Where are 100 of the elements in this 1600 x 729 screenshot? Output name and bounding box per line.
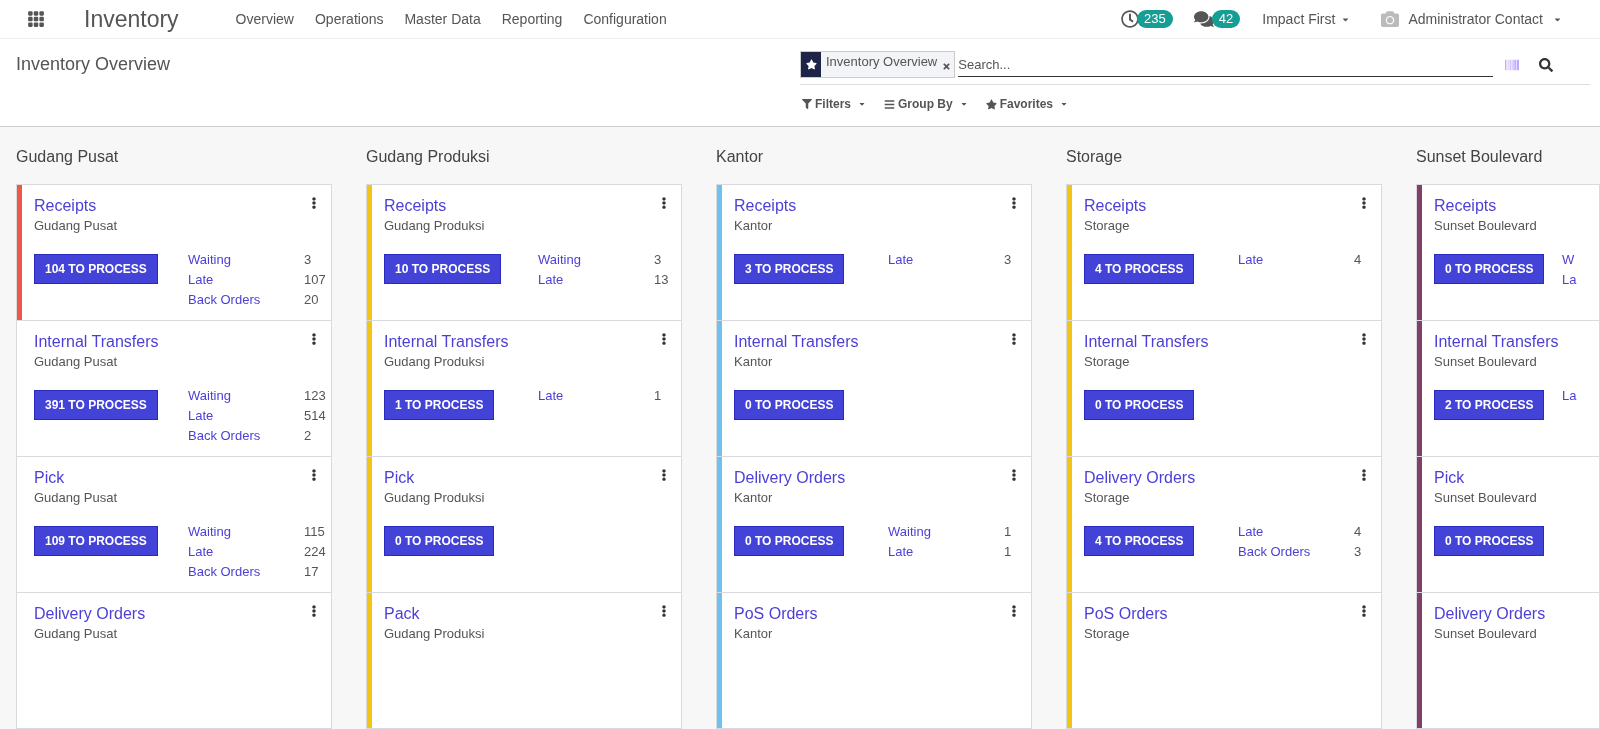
card-title-link[interactable]: Receipts (1434, 195, 1497, 217)
to-process-button[interactable]: 4 TO PROCESS (1084, 526, 1195, 556)
stat-link[interactable]: La (1562, 386, 1600, 406)
card-title-link[interactable]: Internal Transfers (384, 331, 509, 353)
to-process-button[interactable]: 0 TO PROCESS (1084, 390, 1195, 420)
search-icon[interactable] (1539, 57, 1554, 72)
card-title-link[interactable]: Delivery Orders (734, 467, 846, 489)
remove-facet-icon[interactable] (942, 62, 952, 71)
to-process-button[interactable]: 104 TO PROCESS (34, 254, 158, 284)
card-title-link[interactable]: Receipts (384, 195, 447, 217)
stat-link[interactable]: Waiting (538, 250, 654, 270)
to-process-button[interactable]: 0 TO PROCESS (1434, 526, 1545, 556)
more-options-icon[interactable] (309, 333, 319, 345)
card-subtitle: Sunset Boulevard (1434, 217, 1538, 235)
more-options-icon[interactable] (659, 469, 669, 481)
more-options-icon[interactable] (659, 197, 669, 209)
to-process-button[interactable]: 3 TO PROCESS (734, 254, 845, 284)
more-options-icon[interactable] (1009, 333, 1019, 345)
clock-icon[interactable] (1121, 10, 1140, 28)
to-process-button[interactable]: 10 TO PROCESS (384, 254, 502, 284)
stat-link[interactable]: La (1562, 270, 1600, 290)
card-title-link[interactable]: Internal Transfers (734, 331, 859, 353)
stat-link[interactable]: Waiting (188, 250, 304, 270)
stat-count: 3 (304, 251, 312, 269)
card-title-link[interactable]: PoS Orders (1084, 603, 1168, 625)
stat-link[interactable]: Late (538, 386, 654, 406)
stat-link[interactable]: Late (188, 542, 304, 562)
stat-link[interactable]: Back Orders (188, 562, 304, 582)
nav-menu-item[interactable]: Configuration (583, 8, 667, 30)
to-process-button[interactable]: 0 TO PROCESS (734, 390, 845, 420)
stat-link[interactable]: Late (538, 270, 654, 290)
to-process-button[interactable]: 109 TO PROCESS (34, 526, 158, 556)
more-options-icon[interactable] (1009, 469, 1019, 481)
user-menu[interactable]: Administrator Contact (1408, 8, 1562, 30)
card-title-link[interactable]: Internal Transfers (1084, 331, 1209, 353)
more-options-icon[interactable] (1359, 605, 1369, 617)
card-subtitle: Storage (1084, 489, 1131, 507)
stat-link[interactable]: Late (1238, 250, 1354, 270)
card-subtitle: Gudang Produksi (384, 625, 486, 643)
to-process-button[interactable]: 1 TO PROCESS (384, 390, 495, 420)
nav-menu-item[interactable]: Reporting (501, 8, 563, 30)
stat-link[interactable]: Waiting (188, 522, 304, 542)
card-title-link[interactable]: Receipts (734, 195, 797, 217)
card-title-link[interactable]: Internal Transfers (1434, 331, 1559, 353)
card-title-link[interactable]: Delivery Orders (1434, 603, 1546, 625)
stat-count: 4 (1354, 251, 1362, 269)
card-title-link[interactable]: Pick (1434, 467, 1465, 489)
stat-count: 17 (304, 563, 319, 581)
more-options-icon[interactable] (659, 333, 669, 345)
stat-count: 20 (304, 291, 319, 309)
card-subtitle: Gudang Pusat (34, 625, 119, 643)
more-options-icon[interactable] (1359, 197, 1369, 209)
to-process-button[interactable]: 391 TO PROCESS (34, 390, 158, 420)
card-subtitle: Sunset Boulevard (1434, 489, 1538, 507)
more-options-icon[interactable] (1009, 197, 1019, 209)
stat-link[interactable]: W (1562, 250, 1600, 270)
more-options-icon[interactable] (1009, 605, 1019, 617)
card-title-link[interactable]: Receipts (34, 195, 97, 217)
card-title-link[interactable]: Internal Transfers (34, 331, 159, 353)
search-input[interactable]: Search... (958, 52, 1494, 77)
more-options-icon[interactable] (659, 605, 669, 617)
card-title-link[interactable]: Pick (34, 467, 65, 489)
search-option-button[interactable]: Favorites (985, 95, 1069, 113)
to-process-button[interactable]: 0 TO PROCESS (734, 526, 845, 556)
stat-count: 3 (1354, 543, 1362, 561)
apps-menu-icon[interactable] (27, 10, 45, 28)
stat-link[interactable]: Back Orders (1238, 542, 1354, 562)
card-title-link[interactable]: Delivery Orders (1084, 467, 1196, 489)
search-option-button[interactable]: Filters (802, 95, 866, 113)
more-options-icon[interactable] (1359, 333, 1369, 345)
search-option-button[interactable]: Group By (884, 95, 968, 113)
nav-menu-item[interactable]: Operations (314, 8, 384, 30)
stat-link[interactable]: Late (188, 406, 304, 426)
more-options-icon[interactable] (1359, 469, 1369, 481)
stat-link[interactable]: Back Orders (188, 426, 304, 446)
more-options-icon[interactable] (309, 605, 319, 617)
stat-link[interactable]: Late (888, 250, 1004, 270)
card-title-link[interactable]: Pack (384, 603, 420, 625)
nav-menu-item[interactable]: Overview (235, 8, 294, 30)
stat-link[interactable]: Back Orders (188, 290, 304, 310)
stat-link[interactable]: Late (888, 542, 1004, 562)
card-title-link[interactable]: Pick (384, 467, 415, 489)
card-subtitle: Gudang Produksi (384, 353, 486, 371)
stat-link[interactable]: Late (188, 270, 304, 290)
to-process-button[interactable]: 0 TO PROCESS (384, 526, 495, 556)
to-process-button[interactable]: 4 TO PROCESS (1084, 254, 1195, 284)
card-title-link[interactable]: Delivery Orders (34, 603, 146, 625)
to-process-button[interactable]: 2 TO PROCESS (1434, 390, 1545, 420)
stat-link[interactable]: Late (1238, 522, 1354, 542)
stat-link[interactable]: Waiting (188, 386, 304, 406)
to-process-button[interactable]: 0 TO PROCESS (1434, 254, 1545, 284)
chat-icon[interactable] (1193, 10, 1214, 28)
nav-menu-item[interactable]: Master Data (404, 8, 481, 30)
stat-link[interactable]: Waiting (888, 522, 1004, 542)
company-switcher[interactable]: Impact First (1262, 8, 1351, 30)
card-subtitle: Gudang Pusat (34, 489, 119, 507)
card-title-link[interactable]: PoS Orders (734, 603, 818, 625)
more-options-icon[interactable] (309, 197, 319, 209)
more-options-icon[interactable] (309, 469, 319, 481)
card-title-link[interactable]: Receipts (1084, 195, 1147, 217)
